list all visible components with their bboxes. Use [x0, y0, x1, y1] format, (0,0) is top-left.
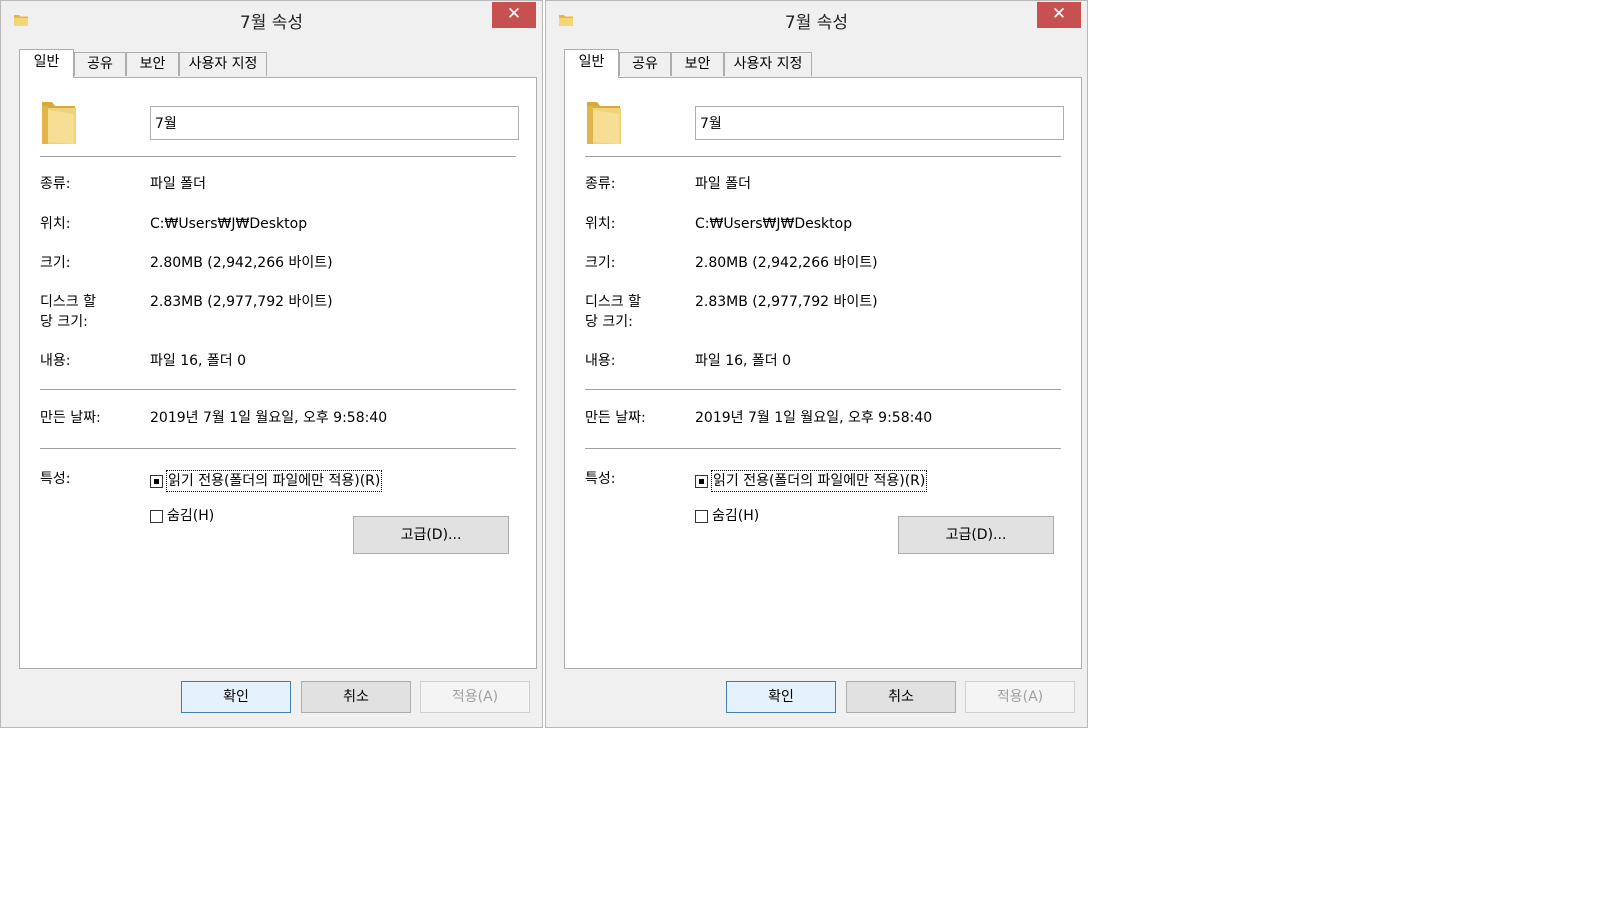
properties-dialog: 7월 속성 ✕ 일반 공유 보안 사용자 지정 종류: 파일 폴더 위치: C:…	[0, 0, 543, 728]
location-value: C:₩Users₩J₩Desktop	[695, 216, 853, 232]
apply-button[interactable]: 적용(A)	[420, 681, 530, 713]
size-value: 2.80MB (2,942,266 바이트)	[150, 255, 333, 271]
type-value: 파일 폴더	[150, 176, 206, 192]
hidden-checkbox[interactable]	[695, 510, 708, 523]
size-value: 2.80MB (2,942,266 바이트)	[695, 255, 878, 271]
properties-dialog: 7월 속성 ✕ 일반 공유 보안 사용자 지정 종류: 파일 폴더 위치: C:…	[545, 0, 1088, 728]
tab-sharing[interactable]: 공유	[74, 52, 126, 76]
folder-icon	[42, 102, 76, 144]
hidden-label[interactable]: 숨김(H)	[167, 506, 214, 526]
tab-general[interactable]: 일반	[19, 49, 74, 78]
disk-size-label-line2: 당 크기:	[40, 314, 88, 330]
folder-icon	[587, 102, 621, 144]
readonly-label[interactable]: 읽기 전용(폴더의 파일에만 적용)(R)	[165, 470, 383, 492]
readonly-checkbox[interactable]	[150, 475, 163, 488]
disk-size-value: 2.83MB (2,977,792 바이트)	[150, 294, 333, 310]
hidden-label[interactable]: 숨김(H)	[712, 506, 759, 526]
tab-general[interactable]: 일반	[564, 49, 619, 78]
created-value: 2019년 7월 1일 월요일, 오후 9:58:40	[695, 410, 933, 426]
attributes-label: 특성:	[40, 471, 71, 487]
contents-label: 내용:	[585, 353, 616, 369]
separator	[585, 389, 1061, 390]
separator	[40, 389, 516, 390]
separator	[585, 448, 1061, 449]
tab-security[interactable]: 보안	[126, 52, 179, 76]
disk-size-label-line1: 디스크 할	[40, 294, 96, 310]
tab-customize[interactable]: 사용자 지정	[724, 52, 812, 76]
readonly-checkbox[interactable]	[695, 475, 708, 488]
size-label: 크기:	[40, 255, 71, 271]
created-label: 만든 날짜:	[585, 410, 646, 426]
close-button[interactable]: ✕	[1037, 2, 1081, 28]
location-label: 위치:	[40, 216, 71, 232]
disk-size-label-line1: 디스크 할	[585, 294, 641, 310]
contents-value: 파일 16, 폴더 0	[150, 353, 247, 369]
created-value: 2019년 7월 1일 월요일, 오후 9:58:40	[150, 410, 388, 426]
title-bar[interactable]: 7월 속성 ✕	[546, 1, 1087, 37]
general-tab-panel: 종류: 파일 폴더 위치: C:₩Users₩J₩Desktop 크기: 2.8…	[564, 77, 1082, 669]
type-value: 파일 폴더	[695, 176, 751, 192]
close-icon: ✕	[506, 4, 522, 24]
window-title: 7월 속성	[784, 13, 849, 33]
window-title: 7월 속성	[239, 13, 304, 33]
separator	[585, 156, 1061, 157]
hidden-checkbox[interactable]	[150, 510, 163, 523]
close-icon: ✕	[1051, 4, 1067, 24]
contents-value: 파일 16, 폴더 0	[695, 353, 792, 369]
advanced-button[interactable]: 고급(D)...	[898, 516, 1054, 554]
folder-name-input[interactable]	[150, 106, 519, 140]
ok-button[interactable]: 확인	[181, 681, 291, 713]
contents-label: 내용:	[40, 353, 71, 369]
separator	[40, 448, 516, 449]
disk-size-label-line2: 당 크기:	[585, 314, 633, 330]
general-tab-panel: 종류: 파일 폴더 위치: C:₩Users₩J₩Desktop 크기: 2.8…	[19, 77, 537, 669]
separator	[40, 156, 516, 157]
cancel-button[interactable]: 취소	[301, 681, 411, 713]
apply-button[interactable]: 적용(A)	[965, 681, 1075, 713]
close-button[interactable]: ✕	[492, 2, 536, 28]
advanced-button[interactable]: 고급(D)...	[353, 516, 509, 554]
folder-name-input[interactable]	[695, 106, 1064, 140]
location-value: C:₩Users₩J₩Desktop	[150, 216, 308, 232]
type-label: 종류:	[40, 176, 71, 192]
title-bar[interactable]: 7월 속성 ✕	[1, 1, 542, 37]
tab-security[interactable]: 보안	[671, 52, 724, 76]
size-label: 크기:	[585, 255, 616, 271]
readonly-label[interactable]: 읽기 전용(폴더의 파일에만 적용)(R)	[710, 470, 928, 492]
tab-customize[interactable]: 사용자 지정	[179, 52, 267, 76]
cancel-button[interactable]: 취소	[846, 681, 956, 713]
disk-size-value: 2.83MB (2,977,792 바이트)	[695, 294, 878, 310]
ok-button[interactable]: 확인	[726, 681, 836, 713]
type-label: 종류:	[585, 176, 616, 192]
location-label: 위치:	[585, 216, 616, 232]
attributes-label: 특성:	[585, 471, 616, 487]
created-label: 만든 날짜:	[40, 410, 101, 426]
tab-sharing[interactable]: 공유	[619, 52, 671, 76]
